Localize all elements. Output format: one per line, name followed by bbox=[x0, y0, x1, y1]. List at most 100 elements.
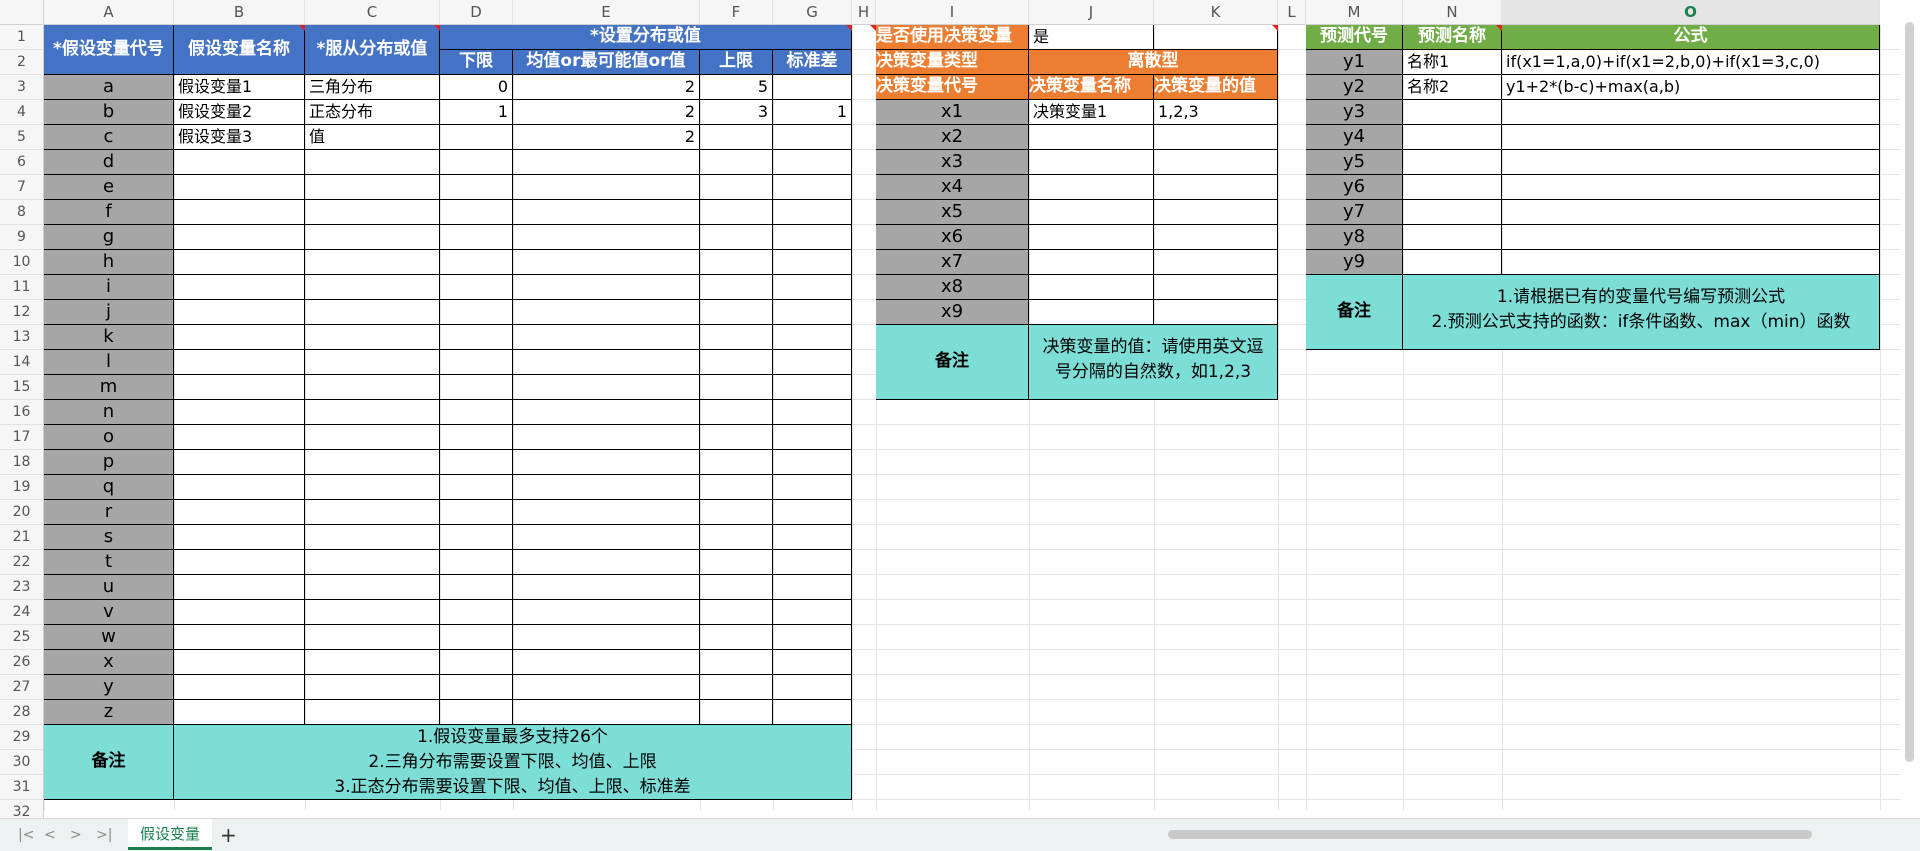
forecast-code-cell[interactable]: y3 bbox=[1306, 100, 1403, 125]
distribution-cell[interactable] bbox=[305, 525, 440, 550]
mean-cell[interactable] bbox=[513, 525, 700, 550]
std-cell[interactable] bbox=[773, 350, 852, 375]
row-header-22[interactable]: 22 bbox=[0, 550, 44, 575]
std-cell[interactable] bbox=[773, 650, 852, 675]
mean-cell[interactable]: 2 bbox=[513, 125, 700, 150]
column-header-b[interactable]: B bbox=[174, 0, 305, 25]
std-cell[interactable] bbox=[773, 450, 852, 475]
mean-cell[interactable] bbox=[513, 150, 700, 175]
forecast-header-code[interactable]: 预测代号 bbox=[1306, 25, 1403, 50]
std-cell[interactable] bbox=[773, 275, 852, 300]
decision-value-cell[interactable] bbox=[1154, 150, 1278, 175]
row-header-7[interactable]: 7 bbox=[0, 175, 44, 200]
row-header-13[interactable]: 13 bbox=[0, 325, 44, 350]
lower-cell[interactable] bbox=[440, 575, 513, 600]
decision-code-cell[interactable]: x9 bbox=[876, 300, 1029, 325]
upper-cell[interactable] bbox=[700, 300, 773, 325]
variable-name-cell[interactable] bbox=[174, 700, 305, 725]
decision-name-cell[interactable] bbox=[1029, 250, 1154, 275]
row-header-11[interactable]: 11 bbox=[0, 275, 44, 300]
variable-code-cell[interactable]: l bbox=[44, 350, 174, 375]
forecast-formula-cell[interactable] bbox=[1502, 175, 1880, 200]
variable-code-cell[interactable]: v bbox=[44, 600, 174, 625]
variable-name-cell[interactable] bbox=[174, 325, 305, 350]
mean-cell[interactable] bbox=[513, 200, 700, 225]
column-header-o[interactable]: O bbox=[1502, 0, 1880, 25]
variable-code-cell[interactable]: o bbox=[44, 425, 174, 450]
std-cell[interactable] bbox=[773, 250, 852, 275]
variable-name-cell[interactable] bbox=[174, 400, 305, 425]
distribution-cell[interactable] bbox=[305, 450, 440, 475]
variable-code-cell[interactable]: k bbox=[44, 325, 174, 350]
upper-cell[interactable] bbox=[700, 450, 773, 475]
note-text-2[interactable]: 决策变量的值：请使用英文逗 号分隔的自然数，如1,2,3 bbox=[1029, 325, 1278, 400]
row-header-18[interactable]: 18 bbox=[0, 450, 44, 475]
header-std[interactable]: 标准差 bbox=[773, 50, 852, 75]
upper-cell[interactable]: 5 bbox=[700, 75, 773, 100]
distribution-cell[interactable] bbox=[305, 150, 440, 175]
lower-cell[interactable] bbox=[440, 700, 513, 725]
last-sheet-button[interactable]: >| bbox=[96, 827, 112, 843]
row-header-12[interactable]: 12 bbox=[0, 300, 44, 325]
row-header-4[interactable]: 4 bbox=[0, 100, 44, 125]
decision-code-cell[interactable]: x8 bbox=[876, 275, 1029, 300]
row-header-19[interactable]: 19 bbox=[0, 475, 44, 500]
upper-cell[interactable] bbox=[700, 225, 773, 250]
mean-cell[interactable] bbox=[513, 575, 700, 600]
row-header-17[interactable]: 17 bbox=[0, 425, 44, 450]
decision-type-value[interactable]: 离散型 bbox=[1029, 50, 1278, 75]
use-decision-value[interactable]: 是 bbox=[1029, 25, 1154, 50]
column-header-c[interactable]: C bbox=[305, 0, 440, 25]
decision-value-cell[interactable] bbox=[1154, 250, 1278, 275]
first-sheet-button[interactable]: |< bbox=[18, 827, 34, 843]
std-cell[interactable] bbox=[773, 550, 852, 575]
decision-value-cell[interactable] bbox=[1154, 125, 1278, 150]
distribution-cell[interactable] bbox=[305, 225, 440, 250]
decision-value-cell[interactable] bbox=[1154, 225, 1278, 250]
forecast-formula-cell[interactable] bbox=[1502, 200, 1880, 225]
header-name[interactable]: 假设变量名称 bbox=[174, 25, 305, 75]
mean-cell[interactable] bbox=[513, 425, 700, 450]
forecast-code-cell[interactable]: y6 bbox=[1306, 175, 1403, 200]
std-cell[interactable] bbox=[773, 150, 852, 175]
lower-cell[interactable] bbox=[440, 350, 513, 375]
std-cell[interactable] bbox=[773, 475, 852, 500]
variable-code-cell[interactable]: n bbox=[44, 400, 174, 425]
row-header-24[interactable]: 24 bbox=[0, 600, 44, 625]
row-header-28[interactable]: 28 bbox=[0, 700, 44, 725]
note-text-1[interactable]: 1.假设变量最多支持26个 2.三角分布需要设置下限、均值、上限 3.正态分布需… bbox=[174, 725, 852, 800]
lower-cell[interactable] bbox=[440, 325, 513, 350]
column-header-n[interactable]: N bbox=[1403, 0, 1502, 25]
header-lower[interactable]: 下限 bbox=[440, 50, 513, 75]
upper-cell[interactable] bbox=[700, 475, 773, 500]
forecast-code-cell[interactable]: y8 bbox=[1306, 225, 1403, 250]
row-header-29[interactable]: 29 bbox=[0, 725, 44, 750]
lower-cell[interactable] bbox=[440, 225, 513, 250]
upper-cell[interactable] bbox=[700, 350, 773, 375]
mean-cell[interactable] bbox=[513, 550, 700, 575]
forecast-name-cell[interactable]: 名称2 bbox=[1403, 75, 1502, 100]
column-header-m[interactable]: M bbox=[1306, 0, 1403, 25]
row-header-8[interactable]: 8 bbox=[0, 200, 44, 225]
empty-cell[interactable] bbox=[1154, 25, 1278, 50]
select-all-corner[interactable] bbox=[0, 0, 44, 25]
decision-name-cell[interactable] bbox=[1029, 200, 1154, 225]
distribution-cell[interactable] bbox=[305, 625, 440, 650]
forecast-name-cell[interactable] bbox=[1403, 200, 1502, 225]
mean-cell[interactable] bbox=[513, 650, 700, 675]
std-cell[interactable]: 1 bbox=[773, 100, 852, 125]
forecast-code-cell[interactable]: y2 bbox=[1306, 75, 1403, 100]
variable-name-cell[interactable] bbox=[174, 525, 305, 550]
sheet-tab-active[interactable]: 假设变量 bbox=[128, 819, 213, 850]
variable-name-cell[interactable] bbox=[174, 500, 305, 525]
std-cell[interactable] bbox=[773, 600, 852, 625]
variable-name-cell[interactable] bbox=[174, 275, 305, 300]
variable-code-cell[interactable]: r bbox=[44, 500, 174, 525]
decision-value-cell[interactable] bbox=[1154, 300, 1278, 325]
note-label-1[interactable]: 备注 bbox=[44, 725, 174, 800]
use-decision-label[interactable]: 是否使用决策变量 bbox=[876, 25, 1029, 50]
forecast-name-cell[interactable] bbox=[1403, 150, 1502, 175]
column-header-k[interactable]: K bbox=[1154, 0, 1278, 25]
variable-name-cell[interactable] bbox=[174, 675, 305, 700]
std-cell[interactable] bbox=[773, 125, 852, 150]
